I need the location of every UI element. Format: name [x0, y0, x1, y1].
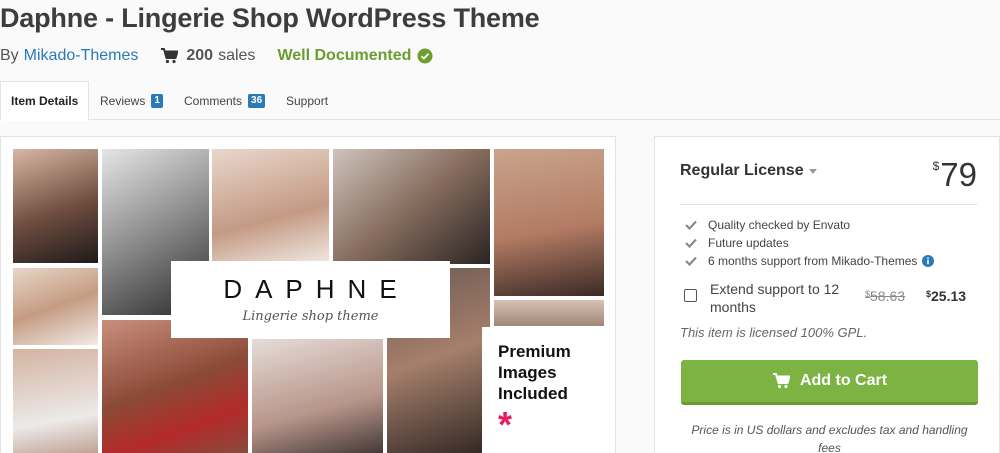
extend-new-price: $25.13 — [926, 288, 966, 304]
sales-count: 200 — [186, 47, 214, 64]
purchase-panel: Regular License $ 79 Quality checked by … — [654, 136, 1000, 453]
new-price-value: 25.13 — [931, 288, 967, 304]
feature-item: 6 months support from Mikado-Themes — [685, 254, 935, 268]
by-label: By — [0, 47, 19, 64]
item-title: Daphne - Lingerie Shop WordPress Theme — [0, 3, 540, 33]
divider — [680, 204, 977, 205]
feature-text: Quality checked by Envato — [708, 218, 851, 232]
currency-symbol: $ — [932, 159, 940, 173]
photo-tile — [13, 268, 98, 345]
tab-label: Support — [286, 93, 329, 108]
checkmark-icon — [685, 220, 697, 230]
brand-tagline: Lingerie shop theme — [242, 309, 379, 324]
checkmark-icon — [685, 256, 697, 266]
photo-tile — [494, 149, 604, 296]
extend-support-option: Extend support to 12 months $58.63 $25.1… — [684, 280, 974, 320]
premium-line: Images — [498, 363, 557, 382]
info-icon[interactable] — [922, 255, 935, 267]
price-note: Price is in US dollars and excludes tax … — [691, 423, 968, 453]
well-documented-label: Well Documented — [277, 47, 412, 64]
cart-icon — [772, 373, 790, 389]
author-link[interactable]: Mikado-Themes — [24, 47, 139, 65]
chevron-down-icon — [808, 168, 817, 174]
reviews-count-badge: 1 — [151, 93, 163, 108]
item-preview-image[interactable]: DAPHNE Lingerie shop theme Premium Image… — [0, 136, 616, 453]
extend-old-price: $58.63 — [865, 288, 905, 304]
license-price: $ 79 — [933, 156, 977, 194]
extend-support-label: Extend support to 12 months — [710, 281, 840, 315]
sales-label: sales — [218, 47, 256, 64]
comments-count-badge: 36 — [248, 93, 266, 108]
old-price-value: 58.63 — [870, 288, 906, 304]
brand-name: DAPHNE — [223, 274, 410, 304]
check-circle-icon — [417, 48, 433, 64]
asterisk-icon: * — [498, 404, 513, 445]
item-meta: By Mikado-Themes 200 sales Well Document… — [0, 46, 433, 66]
tab-label: Item Details — [11, 94, 79, 108]
license-type: Regular License — [680, 162, 804, 179]
photo-tile — [13, 349, 98, 453]
tab-comments[interactable]: Comments 36 — [174, 81, 275, 120]
photo-tile — [102, 320, 248, 453]
license-selector[interactable]: Regular License — [680, 162, 817, 180]
gpl-note: This item is licensed 100% GPL. — [680, 325, 868, 340]
feature-text: 6 months support from Mikado-Themes — [708, 254, 918, 268]
add-to-cart-label: Add to Cart — [799, 372, 888, 389]
feature-text: Future updates — [708, 236, 789, 250]
extend-support-checkbox[interactable] — [684, 289, 697, 302]
photo-tile — [494, 300, 604, 326]
price-value: 79 — [940, 156, 977, 193]
tab-label: Reviews — [100, 93, 146, 108]
premium-images-card: Premium Images Included * — [482, 327, 604, 453]
premium-line: Premium — [498, 342, 571, 361]
tab-support[interactable]: Support — [276, 81, 338, 120]
add-to-cart-button[interactable]: Add to Cart — [681, 360, 978, 405]
feature-item: Future updates — [685, 236, 789, 250]
photo-tile — [252, 339, 383, 453]
photo-tile — [13, 149, 98, 263]
item-tabs: Item Details Reviews 1 Comments 36 Suppo… — [0, 81, 1000, 121]
photo-tile — [333, 149, 490, 264]
tab-item-details[interactable]: Item Details — [0, 81, 90, 121]
photo-tile — [212, 149, 329, 261]
brand-logo-card: DAPHNE Lingerie shop theme — [171, 261, 450, 338]
tab-reviews[interactable]: Reviews 1 — [90, 81, 173, 120]
cart-icon — [161, 48, 179, 64]
feature-item: Quality checked by Envato — [685, 218, 850, 232]
premium-line: Included — [498, 384, 568, 403]
checkmark-icon — [685, 238, 697, 248]
tab-label: Comments — [184, 93, 243, 108]
